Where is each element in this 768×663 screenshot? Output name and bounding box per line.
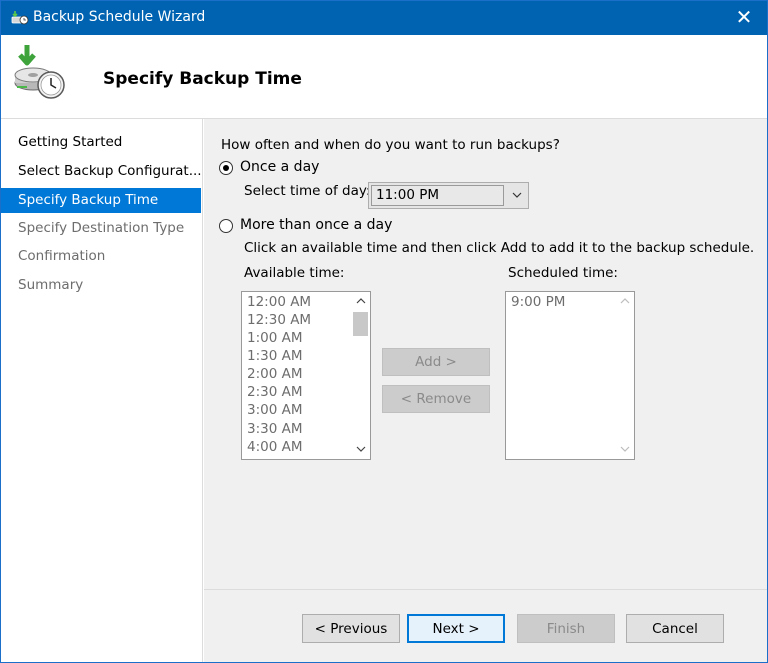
backup-icon bbox=[14, 45, 65, 99]
available-list-scrollbar[interactable] bbox=[352, 292, 370, 459]
selected-time-value: 11:00 PM bbox=[371, 185, 504, 206]
close-button[interactable]: ✕ bbox=[721, 1, 767, 35]
chevron-down-icon bbox=[512, 192, 522, 198]
available-time-list[interactable]: 12:00 AM 12:30 AM 1:00 AM 1:30 AM 2:00 A… bbox=[241, 291, 371, 460]
list-item[interactable]: 9:00 PM bbox=[511, 294, 565, 310]
page-title: Specify Backup Time bbox=[103, 69, 302, 89]
more-than-once-label[interactable]: More than once a day bbox=[240, 217, 392, 233]
scroll-up-icon bbox=[620, 298, 630, 304]
nav-step-confirmation: Confirmation bbox=[18, 248, 106, 264]
nav-step-select-backup-configuration[interactable]: Select Backup Configurat... bbox=[1, 159, 201, 184]
wizard-footer: < Previous Next > Finish Cancel bbox=[204, 589, 767, 662]
once-a-day-label[interactable]: Once a day bbox=[240, 159, 319, 175]
frequency-question: How often and when do you want to run ba… bbox=[221, 137, 560, 153]
scroll-down-icon bbox=[620, 446, 630, 452]
wizard-header: Specify Backup Time bbox=[1, 35, 767, 119]
time-of-day-dropdown[interactable]: 11:00 PM bbox=[368, 182, 529, 209]
list-item[interactable]: 12:30 AM bbox=[247, 312, 311, 328]
list-item[interactable]: 12:00 AM bbox=[247, 294, 311, 310]
once-a-day-radio[interactable] bbox=[219, 161, 233, 175]
nav-step-summary: Summary bbox=[18, 277, 84, 293]
list-item[interactable]: 2:30 AM bbox=[247, 384, 303, 400]
cancel-button[interactable]: Cancel bbox=[626, 614, 724, 643]
more-than-once-radio[interactable] bbox=[219, 219, 233, 233]
list-item[interactable]: 3:00 AM bbox=[247, 402, 303, 418]
list-item[interactable]: 1:00 AM bbox=[247, 330, 303, 346]
list-item[interactable]: 1:30 AM bbox=[247, 348, 303, 364]
available-time-label: Available time: bbox=[244, 265, 345, 281]
title-bar: Backup Schedule Wizard ✕ bbox=[1, 1, 767, 35]
backup-app-icon bbox=[11, 11, 29, 25]
nav-step-specify-backup-time[interactable]: Specify Backup Time bbox=[1, 188, 201, 213]
scroll-down-icon[interactable] bbox=[355, 444, 367, 454]
content-panel: How often and when do you want to run ba… bbox=[204, 119, 767, 589]
scroll-thumb[interactable] bbox=[353, 312, 368, 336]
remove-button[interactable]: < Remove bbox=[382, 385, 490, 413]
list-item[interactable]: 4:00 AM bbox=[247, 439, 303, 455]
scheduled-time-list[interactable]: 9:00 PM bbox=[505, 291, 635, 460]
next-button[interactable]: Next > bbox=[407, 614, 505, 643]
window-title: Backup Schedule Wizard bbox=[33, 9, 206, 25]
wizard-steps-nav: Getting Started Select Backup Configurat… bbox=[1, 119, 203, 662]
previous-button[interactable]: < Previous bbox=[302, 614, 400, 643]
nav-step-specify-destination-type: Specify Destination Type bbox=[18, 220, 185, 236]
backup-schedule-wizard-window: Backup Schedule Wizard ✕ Specify Backup … bbox=[0, 0, 768, 663]
list-item[interactable]: 3:30 AM bbox=[247, 421, 303, 437]
add-time-instruction: Click an available time and then click A… bbox=[244, 240, 755, 256]
nav-step-getting-started[interactable]: Getting Started bbox=[1, 130, 201, 155]
scroll-up-icon[interactable] bbox=[355, 296, 367, 306]
close-icon: ✕ bbox=[735, 5, 753, 29]
list-item[interactable]: 2:00 AM bbox=[247, 366, 303, 382]
select-time-label: Select time of day: bbox=[244, 183, 371, 199]
add-button[interactable]: Add > bbox=[382, 348, 490, 376]
scheduled-list-scrollbar bbox=[616, 292, 634, 459]
scheduled-time-label: Scheduled time: bbox=[508, 265, 618, 281]
finish-button[interactable]: Finish bbox=[517, 614, 615, 643]
